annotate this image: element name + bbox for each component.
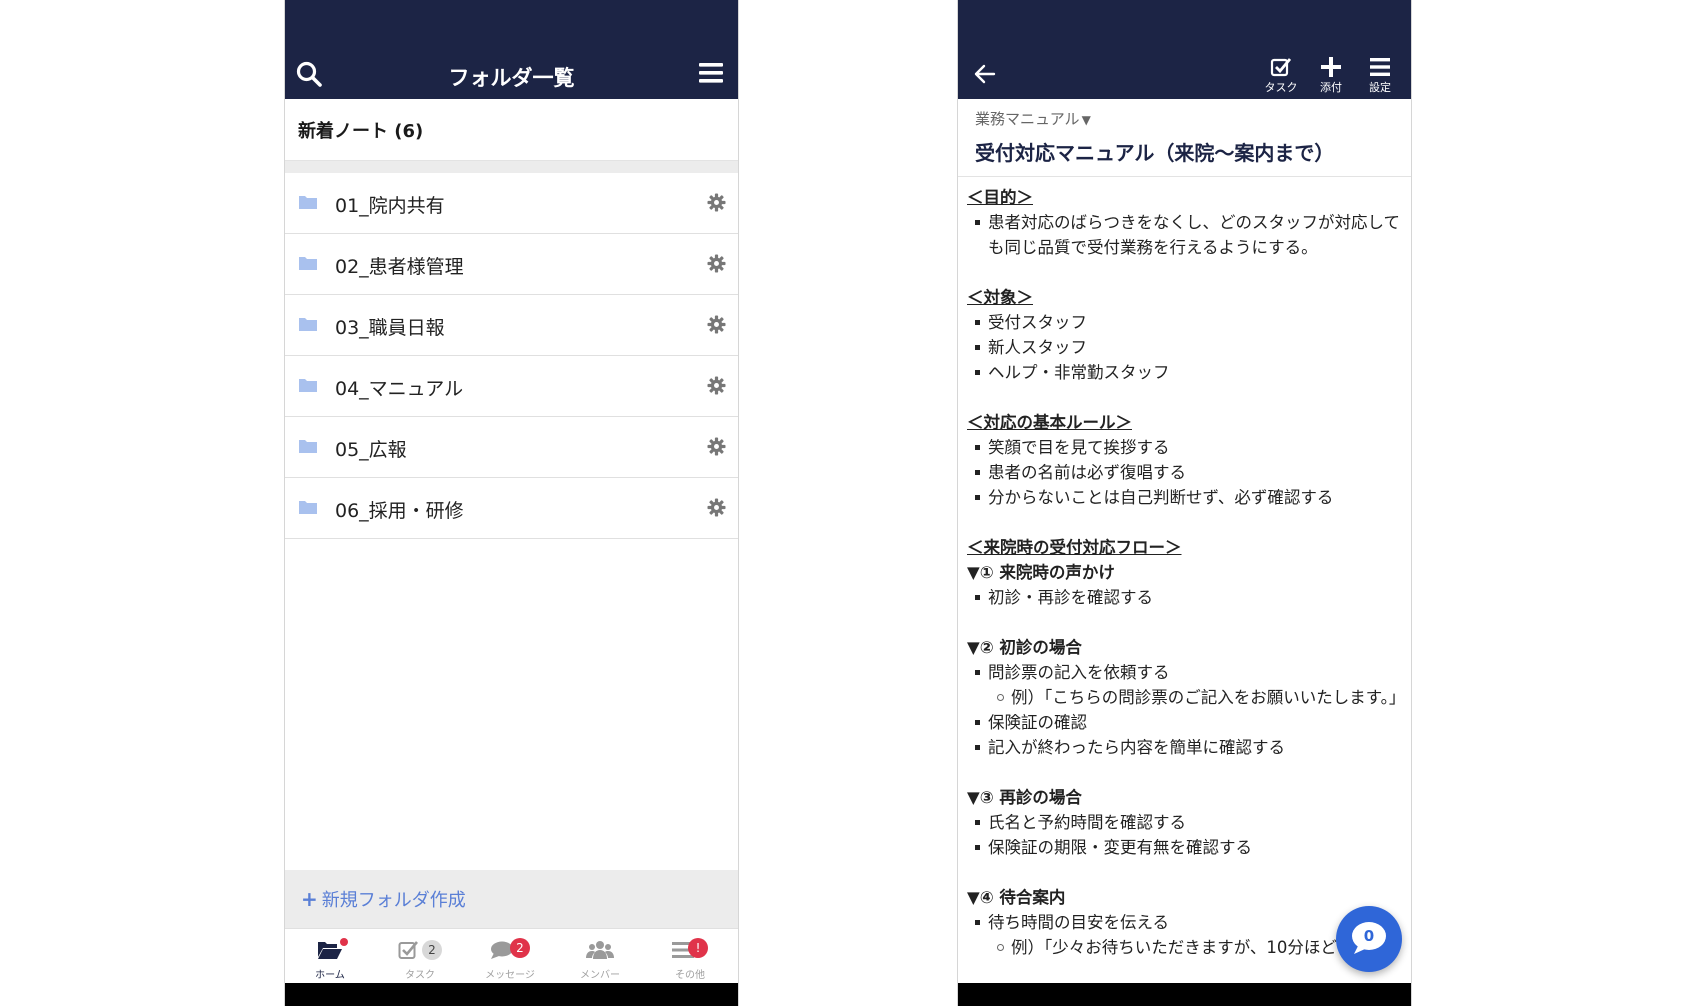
nav-label: メッセージ — [485, 970, 535, 981]
hamburger-menu-icon — [1370, 58, 1390, 76]
folder-name: 06_採用・研修 — [335, 500, 464, 522]
folder-icon — [299, 501, 317, 514]
attach-button[interactable]: 添付 — [1311, 56, 1351, 95]
nav-label: メンバー — [580, 970, 620, 981]
section-heading: ＜対象＞ — [967, 288, 1033, 307]
list-item: 受付スタッフ — [967, 310, 1402, 335]
note-title: 受付対応マニュアル（来院〜案内まで） — [975, 141, 1335, 165]
settings-button-label: 設定 — [1369, 81, 1391, 94]
note-detail-screen: タスク 添付 設定 業務マニュアル ▼ 受付対応マニュアル（来院〜案内まで） ＜目… — [957, 0, 1412, 1006]
list-item: 患者の名前は必ず復唱する — [967, 460, 1402, 485]
task-count-badge: 2 — [422, 940, 442, 960]
message-count-badge: 2 — [510, 938, 530, 958]
folder-icon — [299, 440, 317, 453]
folder-list: 01_院内共有 02_患者様管理 03_職員日報 04_マニュアル 05_広報 … — [285, 173, 738, 539]
section-divider — [285, 161, 738, 173]
chevron-down-icon: ▼ — [1081, 113, 1091, 127]
sub-list-item: 例）「こちらの問診票のご記入をお願いいたします。」 — [967, 685, 1405, 710]
section-heading: ＜来院時の受付対応フロー＞ — [967, 538, 1182, 557]
folder-item[interactable]: 04_マニュアル — [285, 356, 738, 417]
list-item: 問診票の記入を依頼する — [967, 660, 1402, 685]
new-folder-button[interactable]: + 新規フォルダ作成 — [301, 886, 466, 912]
folder-name: 04_マニュアル — [335, 378, 464, 400]
list-item: 保険証の確認 — [967, 710, 1402, 735]
note-content: ＜目的＞ 患者対応のばらつきをなくし、どのスタッフが対応しても同じ品質で受付業務… — [958, 178, 1411, 983]
list-item: 分からないことは自己判断せず、必ず確認する — [967, 485, 1402, 510]
nav-label: その他 — [675, 970, 705, 981]
folder-item[interactable]: 01_院内共有 — [285, 173, 738, 234]
settings-button[interactable]: 設定 — [1360, 56, 1400, 95]
bottom-nav: ホーム 2 タスク 2 メッセージ メンバー ! その他 — [285, 928, 738, 983]
new-folder-label: 新規フォルダ作成 — [321, 890, 466, 911]
gear-icon[interactable] — [707, 376, 726, 395]
nav-task[interactable]: 2 タスク — [380, 937, 460, 981]
section-heading: ＜目的＞ — [967, 188, 1033, 207]
list-item: 患者対応のばらつきをなくし、どのスタッフが対応しても同じ品質で受付業務を行えるよ… — [967, 210, 1402, 260]
folder-item[interactable]: 05_広報 — [285, 417, 738, 478]
folder-icon — [299, 318, 317, 331]
folder-item[interactable]: 02_患者様管理 — [285, 234, 738, 295]
chat-count: 0 — [1363, 927, 1375, 945]
folder-name: 02_患者様管理 — [335, 256, 464, 278]
new-folder-bar: + 新規フォルダ作成 — [285, 870, 738, 928]
notification-dot — [340, 938, 348, 946]
nav-message[interactable]: 2 メッセージ — [470, 937, 550, 981]
task-check-icon — [398, 941, 418, 959]
note-header: 業務マニュアル ▼ 受付対応マニュアル（来院〜案内まで） — [958, 99, 1411, 177]
header-bar: タスク 添付 設定 — [958, 0, 1411, 99]
hamburger-menu-icon[interactable] — [698, 62, 724, 84]
back-arrow-icon[interactable] — [974, 64, 996, 84]
folder-item[interactable]: 03_職員日報 — [285, 295, 738, 356]
gear-icon[interactable] — [707, 437, 726, 456]
system-bar — [958, 983, 1411, 1006]
gear-icon[interactable] — [707, 315, 726, 334]
folder-icon — [299, 379, 317, 392]
new-notes-link[interactable]: 新着ノート (6) — [285, 99, 738, 161]
folder-dropdown[interactable]: 業務マニュアル ▼ — [975, 108, 1091, 129]
list-item: 初診・再診を確認する — [967, 585, 1402, 610]
step-heading: ▼② 初診の場合 — [967, 638, 1082, 657]
alert-badge: ! — [688, 938, 708, 958]
task-check-icon — [1270, 58, 1292, 77]
folder-icon — [299, 196, 317, 209]
page-title: フォルダ一覧 — [448, 66, 575, 90]
step-heading: ▼① 来院時の声かけ — [967, 563, 1115, 582]
step-heading: ▼③ 再診の場合 — [967, 788, 1082, 807]
folder-link-label: 業務マニュアル — [975, 110, 1080, 128]
list-item: ヘルプ・非常勤スタッフ — [967, 360, 1402, 385]
section-heading: ＜対応の基本ルール＞ — [967, 413, 1132, 432]
list-item: 新人スタッフ — [967, 335, 1402, 360]
folder-name: 05_広報 — [335, 439, 407, 461]
plus-icon: + — [301, 887, 318, 911]
folder-icon — [299, 257, 317, 270]
attach-button-label: 添付 — [1320, 81, 1342, 94]
task-button-label: タスク — [1264, 81, 1298, 94]
chat-fab-button[interactable]: 0 — [1336, 906, 1402, 972]
nav-members[interactable]: メンバー — [560, 937, 640, 981]
nav-label: ホーム — [315, 970, 345, 981]
step-heading: ▼④ 待合案内 — [967, 888, 1066, 907]
nav-home[interactable]: ホーム — [290, 937, 370, 981]
list-item: 笑顔で目を見て挨拶する — [967, 435, 1402, 460]
system-bar — [285, 983, 738, 1006]
folder-list-screen: フォルダ一覧 新着ノート (6) 01_院内共有 02_患者様管理 03_職員日… — [284, 0, 739, 1006]
gear-icon[interactable] — [707, 498, 726, 517]
list-item: 氏名と予約時間を確認する — [967, 810, 1402, 835]
members-icon — [586, 941, 614, 959]
folder-name: 01_院内共有 — [335, 195, 445, 217]
folder-item[interactable]: 06_採用・研修 — [285, 478, 738, 539]
gear-icon[interactable] — [707, 254, 726, 273]
nav-label: タスク — [405, 970, 435, 981]
list-item: 記入が終わったら内容を簡単に確認する — [967, 735, 1402, 760]
gear-icon[interactable] — [707, 193, 726, 212]
nav-more[interactable]: ! その他 — [650, 937, 730, 981]
list-item: 保険証の期限・変更有無を確認する — [967, 835, 1402, 860]
header-bar: フォルダ一覧 — [285, 0, 738, 99]
folder-name: 03_職員日報 — [335, 317, 445, 339]
task-button[interactable]: タスク — [1261, 56, 1301, 95]
plus-icon — [1321, 57, 1341, 77]
folder-open-icon — [318, 942, 342, 959]
